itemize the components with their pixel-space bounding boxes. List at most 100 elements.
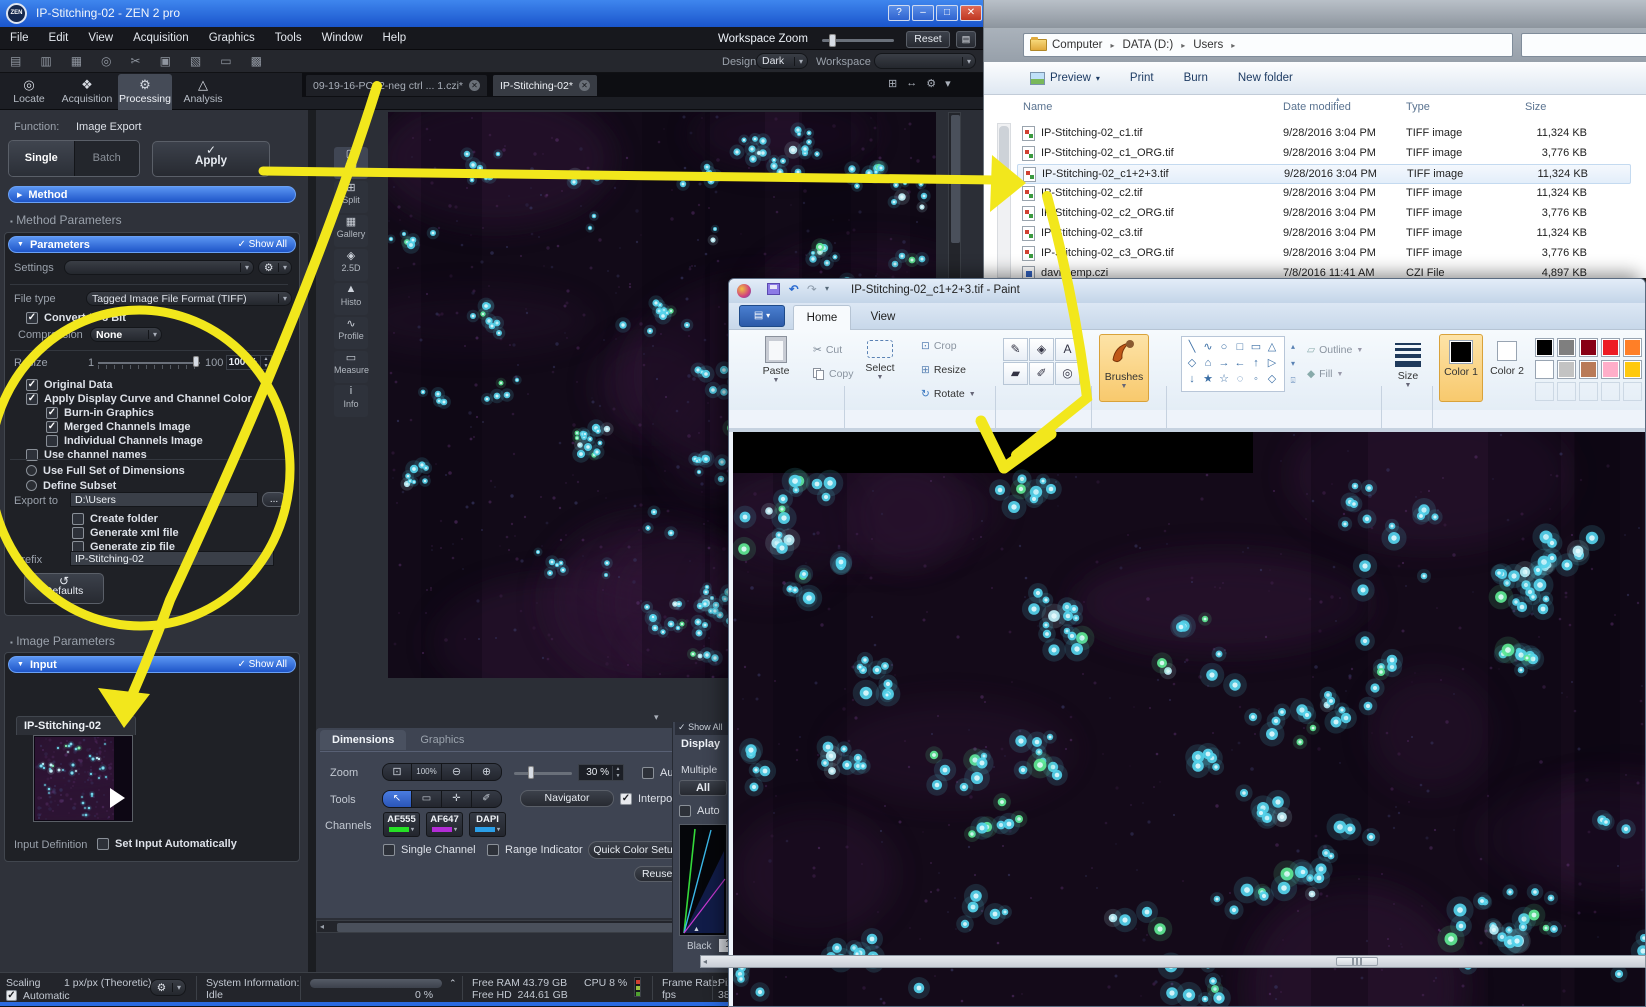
- menu-item-graphics[interactable]: Graphics: [209, 32, 255, 44]
- shape-icon[interactable]: ◇: [1184, 355, 1200, 371]
- workspace-dropdown[interactable]: ▾: [874, 53, 976, 69]
- paste-button[interactable]: Paste▼: [751, 336, 801, 384]
- checkbox[interactable]: ✓: [26, 379, 38, 391]
- workspace-tab-analysis[interactable]: △Analysis: [176, 74, 230, 110]
- cut-button[interactable]: ✂Cut: [813, 340, 842, 360]
- display-histogram[interactable]: [679, 824, 727, 936]
- checkbox[interactable]: ✓: [26, 393, 38, 405]
- palette-empty-slot[interactable]: [1557, 382, 1576, 401]
- panel-splitter[interactable]: [308, 110, 316, 972]
- option-merged-channels-image[interactable]: ✓Merged Channels Image: [46, 420, 286, 433]
- view-tool-info[interactable]: iInfo: [334, 385, 368, 417]
- pan-tool-icon[interactable]: ✛: [442, 790, 472, 808]
- menu-item-tools[interactable]: Tools: [275, 32, 302, 44]
- channel-caret-icon[interactable]: ▾: [454, 826, 457, 833]
- view-tool-histo[interactable]: ▲Histo: [334, 283, 368, 315]
- histogram-slider-icon[interactable]: ▲: [693, 926, 700, 933]
- shape-icon[interactable]: ↑: [1248, 355, 1264, 371]
- tab-view[interactable]: View: [857, 305, 909, 330]
- display-auto-checkbox[interactable]: Auto: [679, 804, 720, 817]
- shape-icon[interactable]: ◦: [1248, 371, 1264, 387]
- file-row[interactable]: IP-Stitching-02_c3.tif9/28/2016 3:04 PMT…: [1017, 224, 1631, 244]
- channel-caret-icon[interactable]: ▾: [411, 826, 414, 833]
- view-tool-split[interactable]: ⊞Split: [334, 181, 368, 213]
- close-button[interactable]: ✕: [960, 5, 982, 21]
- size-button[interactable]: Size▼: [1387, 336, 1429, 389]
- black-value-field[interactable]: 1: [719, 939, 728, 952]
- file-row[interactable]: IP-Stitching-02_c1.tif9/28/2016 3:04 PMT…: [1017, 124, 1631, 144]
- range-indicator-checkbox[interactable]: Range Indicator: [487, 843, 583, 856]
- shape-icon[interactable]: ◇: [1264, 371, 1280, 387]
- shape-icon[interactable]: ╲: [1184, 339, 1200, 355]
- explorer-title-glass[interactable]: [984, 0, 1646, 28]
- help-button[interactable]: ?: [888, 5, 910, 21]
- export-path-field[interactable]: D:\Users: [70, 492, 258, 507]
- resize-button[interactable]: ⊞Resize: [921, 360, 966, 380]
- palette-color[interactable]: [1557, 360, 1576, 379]
- cut-icon[interactable]: ✂: [131, 54, 141, 68]
- palette-color[interactable]: [1535, 338, 1554, 357]
- shape-icon[interactable]: ☆: [1216, 371, 1232, 387]
- menu-item-view[interactable]: View: [88, 32, 113, 44]
- defaults-button[interactable]: ↺ Defaults: [24, 573, 104, 604]
- compression-dropdown[interactable]: None▾: [90, 327, 162, 342]
- channel-button-af647[interactable]: AF647▾: [426, 812, 463, 837]
- file-row[interactable]: IP-Stitching-02_c1+2+3.tif9/28/2016 3:04…: [1017, 164, 1631, 184]
- palette-empty-slot[interactable]: [1623, 382, 1642, 401]
- shape-icon[interactable]: ⌂: [1200, 355, 1216, 371]
- preview-icon[interactable]: ◎: [101, 54, 111, 68]
- picker-tool-icon[interactable]: ✐: [472, 790, 502, 808]
- search-box[interactable]: [1521, 33, 1646, 57]
- close-tab-icon[interactable]: ✕: [469, 80, 480, 91]
- shape-icon[interactable]: □: [1232, 339, 1248, 355]
- menu-item-window[interactable]: Window: [322, 32, 363, 44]
- prefix-field[interactable]: IP-Stitching-02: [70, 551, 274, 566]
- file-row[interactable]: IP-Stitching-02_c3_ORG.tif9/28/2016 3:04…: [1017, 244, 1631, 264]
- view-tool-gallery[interactable]: ▦Gallery: [334, 215, 368, 247]
- radio-button[interactable]: [26, 465, 37, 476]
- view-tool-profile[interactable]: ∿Profile: [334, 317, 368, 349]
- minimize-button[interactable]: –: [912, 5, 934, 21]
- layout-grid-icon[interactable]: ⊞: [888, 77, 897, 90]
- crumb-users[interactable]: Users: [1193, 39, 1223, 51]
- single-button[interactable]: Single: [9, 141, 74, 176]
- notes-icon[interactable]: ▤: [956, 31, 976, 48]
- text-tool-icon[interactable]: A: [1055, 338, 1080, 361]
- more-caret-icon[interactable]: ▾: [945, 77, 951, 90]
- file-row[interactable]: davidtemp.czi7/8/2016 11:41 AMCZI File4,…: [1017, 264, 1631, 278]
- crumb-computer[interactable]: Computer: [1052, 39, 1103, 51]
- radio-use-full-set-of-dimensions[interactable]: Use Full Set of Dimensions: [26, 464, 286, 477]
- ruler-icon[interactable]: ▭: [220, 54, 231, 68]
- color2-button[interactable]: Color 2: [1487, 334, 1527, 402]
- copy-button[interactable]: Copy: [813, 364, 854, 384]
- tab-home[interactable]: Home: [793, 305, 851, 330]
- checkbox[interactable]: [72, 513, 84, 525]
- zen-horizontal-scrollbar[interactable]: ◂: [316, 920, 728, 933]
- eraser-tool-icon[interactable]: ▰: [1003, 362, 1028, 385]
- option-original-data[interactable]: ✓Original Data: [26, 378, 286, 391]
- navigator-button[interactable]: Navigator: [520, 790, 614, 807]
- menu-item-help[interactable]: Help: [383, 32, 407, 44]
- sort-indicator-icon[interactable]: ▴: [1336, 95, 1340, 103]
- expand-icon[interactable]: ↔: [906, 77, 917, 90]
- snapshot-icon[interactable]: ▩: [251, 54, 262, 68]
- option-apply-display-curve-and-channel-color[interactable]: ✓Apply Display Curve and Channel Color: [26, 392, 286, 405]
- qat-redo-icon[interactable]: ↷: [807, 282, 817, 296]
- shape-icon[interactable]: ○: [1216, 339, 1232, 355]
- method-section-header[interactable]: ▶Method: [8, 186, 296, 203]
- shape-icon[interactable]: ▭: [1248, 339, 1264, 355]
- scaling-automatic-checkbox[interactable]: ✓Automatic: [6, 989, 70, 1002]
- menu-item-file[interactable]: File: [10, 32, 29, 44]
- zoom-out-icon[interactable]: ⊖: [442, 763, 472, 781]
- paint-menu-button[interactable]: ▤ ▾: [739, 305, 785, 327]
- shape-icon[interactable]: ★: [1200, 371, 1216, 387]
- document-tab-1[interactable]: IP-Stitching-02*✕: [493, 75, 597, 96]
- new-document-icon[interactable]: ▤: [10, 54, 21, 68]
- reset-button[interactable]: Reset: [906, 31, 950, 48]
- settings-dropdown[interactable]: ▾: [64, 260, 254, 275]
- address-breadcrumb[interactable]: Computer▸DATA (D:)▸Users▸: [1023, 33, 1513, 57]
- resize-spinner[interactable]: 100 %▲▼: [226, 355, 272, 370]
- shape-icon[interactable]: ↓: [1184, 371, 1200, 387]
- input-thumbnail-image[interactable]: [35, 737, 114, 820]
- settings-gear-icon[interactable]: ⚙: [926, 77, 936, 90]
